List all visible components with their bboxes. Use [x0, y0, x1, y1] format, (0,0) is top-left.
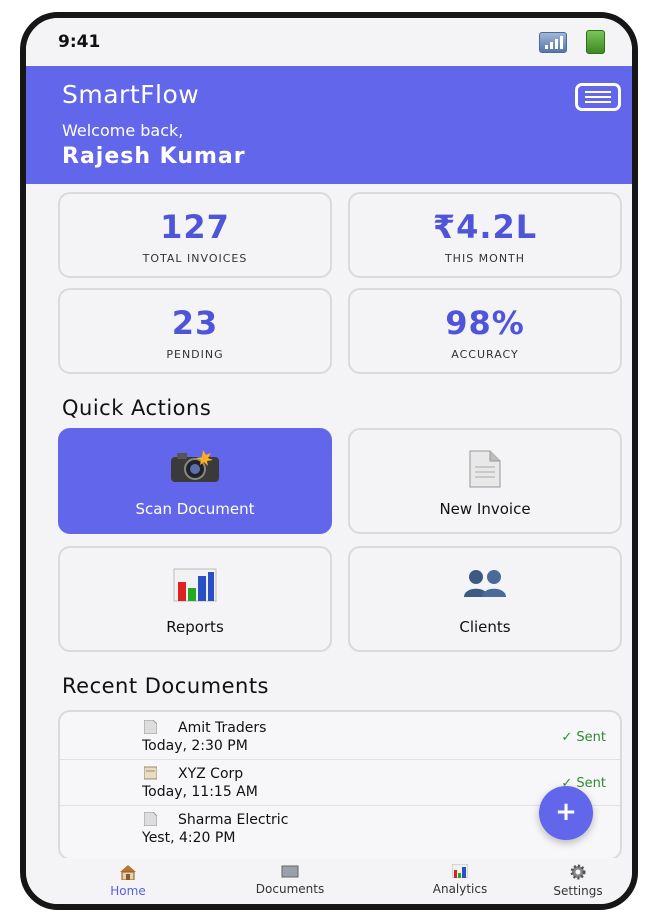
scan-document-button[interactable]: Scan Document [58, 428, 332, 534]
user-name: Rajesh Kumar [62, 144, 246, 169]
app-header: SmartFlow Welcome back, Rajesh Kumar [26, 66, 632, 184]
gear-icon [570, 864, 586, 880]
menu-button[interactable] [575, 83, 621, 111]
new-invoice-button[interactable]: New Invoice [348, 428, 622, 534]
tab-label: Analytics [432, 882, 488, 896]
camera-icon [171, 450, 219, 482]
status-time: 9:41 [58, 32, 101, 52]
stat-accuracy: 98% ACCURACY [348, 288, 622, 374]
action-label: Scan Document [135, 500, 255, 518]
tab-home[interactable]: Home [68, 864, 188, 898]
tab-settings[interactable]: Settings [518, 864, 632, 898]
stat-label: ACCURACY [451, 348, 519, 361]
list-item[interactable]: Sharma Electric Yest, 4:20 PM [60, 806, 620, 851]
status-bar: 9:41 [26, 18, 632, 66]
tab-label: Settings [553, 884, 603, 898]
tab-analytics[interactable]: Analytics [400, 864, 520, 896]
tab-label: Documents [255, 882, 325, 896]
document-time: Today, 2:30 PM [142, 738, 248, 754]
action-label: Reports [166, 618, 224, 636]
signal-icon [539, 32, 567, 53]
stat-value: 23 [171, 304, 219, 342]
folder-icon [281, 865, 299, 878]
document-time: Today, 11:15 AM [142, 784, 258, 800]
users-icon [464, 570, 506, 597]
list-item[interactable]: Amit Traders Today, 2:30 PM ✓ Sent [60, 714, 620, 760]
stat-label: TOTAL INVOICES [142, 252, 248, 265]
stat-total-invoices: 127 TOTAL INVOICES [58, 192, 332, 278]
document-name: XYZ Corp [178, 766, 244, 782]
stat-label: PENDING [166, 348, 224, 361]
action-label: Clients [459, 618, 511, 636]
document-time: Yest, 4:20 PM [142, 830, 236, 846]
stat-value: ₹4.2L [432, 208, 538, 246]
stat-pending: 23 PENDING [58, 288, 332, 374]
add-button[interactable]: + [539, 786, 593, 840]
bar-chart-icon [452, 864, 468, 878]
battery-icon [586, 30, 605, 54]
phone-frame: 9:41 SmartFlow Welcome back, Rajesh Kuma… [20, 12, 638, 910]
welcome-text: Welcome back, [62, 121, 184, 140]
document-icon [144, 812, 157, 826]
folder-icon [144, 766, 157, 780]
tab-documents[interactable]: Documents [230, 864, 350, 896]
bar-chart-icon [173, 568, 217, 602]
reports-button[interactable]: Reports [58, 546, 332, 652]
stat-label: THIS MONTH [444, 252, 526, 265]
document-name: Amit Traders [178, 720, 267, 736]
home-icon [120, 865, 136, 880]
list-item[interactable]: XYZ Corp Today, 11:15 AM ✓ Sent [60, 760, 620, 806]
recent-documents-title: Recent Documents [62, 674, 269, 698]
bottom-tab-bar: Home Documents Analytics Settings [26, 858, 632, 904]
quick-actions-title: Quick Actions [62, 396, 212, 420]
recent-documents-list: Amit Traders Today, 2:30 PM ✓ Sent XYZ C… [58, 710, 622, 860]
action-label: New Invoice [439, 500, 531, 518]
tab-label: Home [110, 884, 146, 898]
app-title: SmartFlow [62, 80, 200, 109]
stat-value: 98% [445, 304, 525, 342]
stat-this-month: ₹4.2L THIS MONTH [348, 192, 622, 278]
status-badge: ✓ Sent [561, 730, 606, 745]
document-icon [144, 720, 157, 734]
menu-icon [585, 91, 611, 93]
document-icon [469, 450, 501, 488]
clients-button[interactable]: Clients [348, 546, 622, 652]
stat-value: 127 [160, 208, 230, 246]
document-name: Sharma Electric [178, 812, 289, 828]
